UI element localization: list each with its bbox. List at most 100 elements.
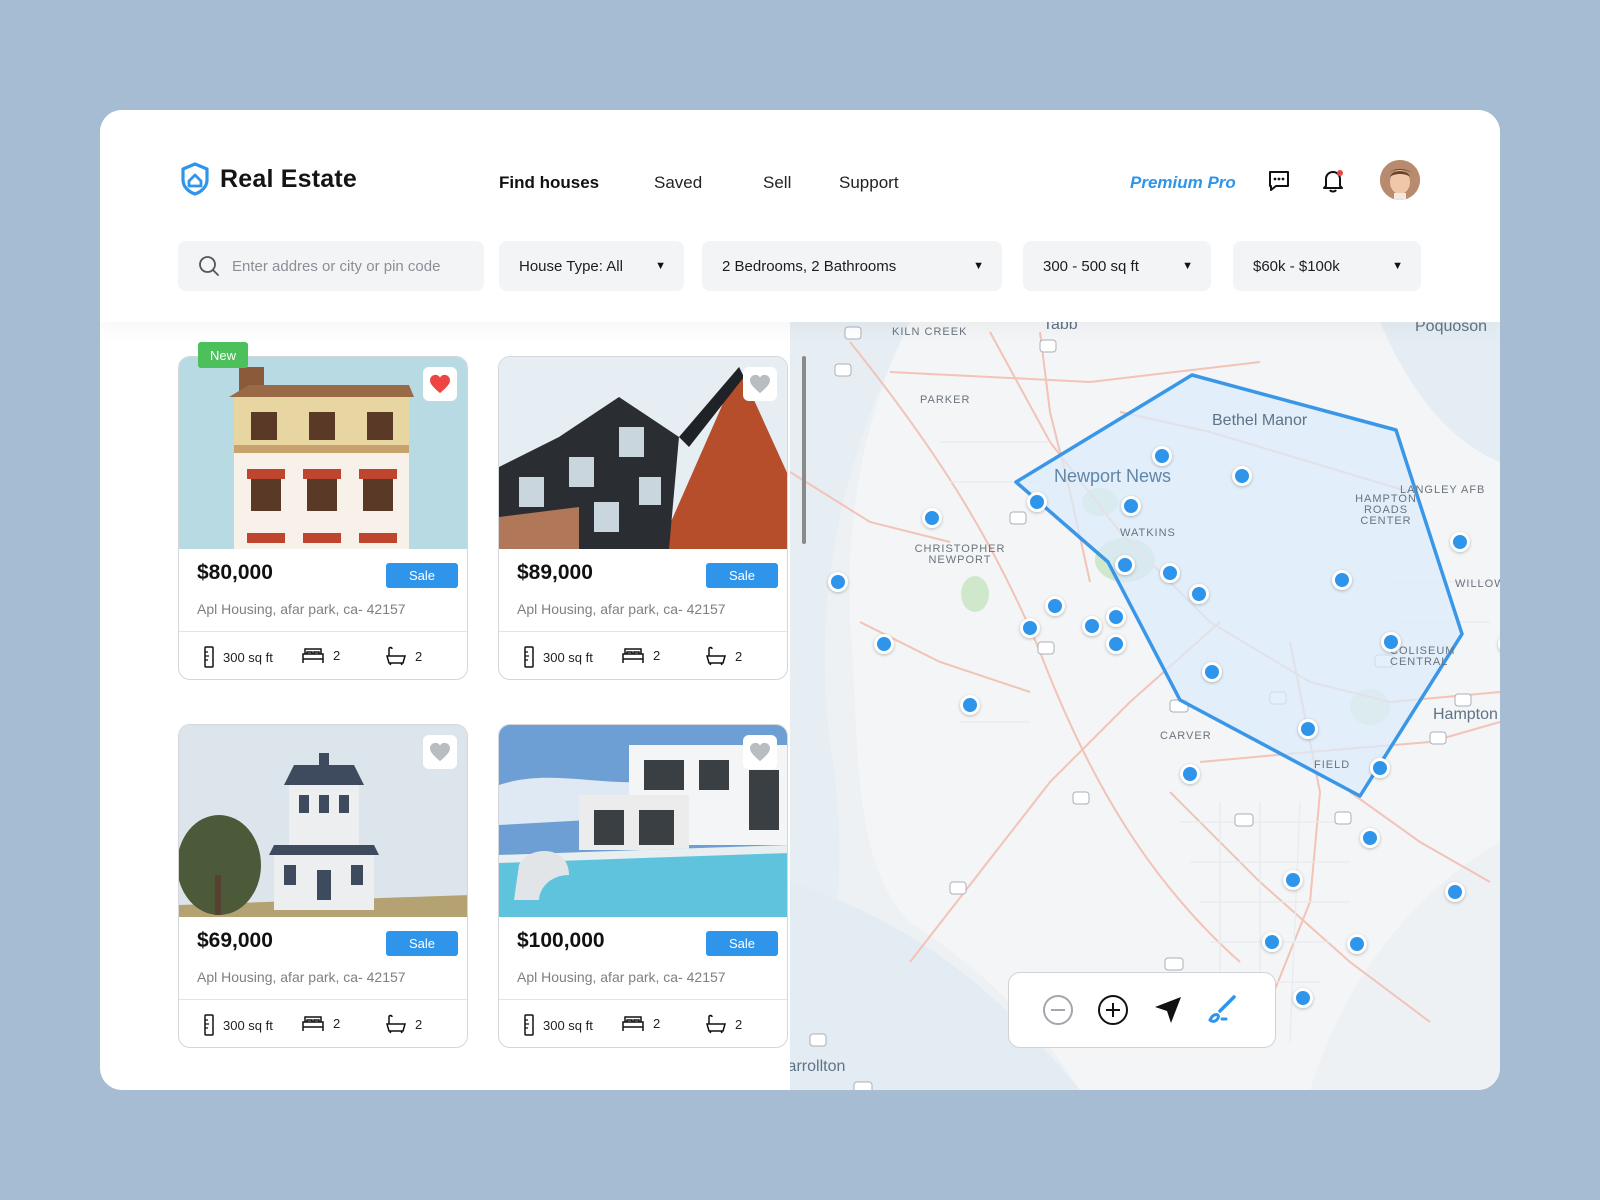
listing-card[interactable]: $100,000 Sale Apl Housing, afar park, ca… (498, 724, 788, 1048)
baths-spec: 2 (385, 1014, 422, 1034)
map-pin[interactable] (1381, 632, 1401, 652)
locate-button[interactable] (1151, 993, 1185, 1027)
price-select[interactable]: $60k - $100k ▼ (1233, 241, 1421, 291)
rooms-select[interactable]: 2 Bedrooms, 2 Bathrooms ▼ (702, 241, 1002, 291)
search-box[interactable] (178, 241, 484, 291)
beds-spec: 2 (301, 1014, 340, 1032)
house-type-select[interactable]: House Type: All ▼ (499, 241, 684, 291)
nav-find-houses[interactable]: Find houses (499, 173, 599, 193)
list-scrollbar[interactable] (802, 356, 806, 544)
beds-value: 2 (653, 1015, 661, 1031)
bed-icon (302, 648, 324, 663)
map-pin[interactable] (874, 634, 894, 654)
map-pin[interactable] (1115, 555, 1135, 575)
map-pin[interactable] (1045, 596, 1065, 616)
map-pin[interactable] (828, 572, 848, 592)
baths-spec: 2 (705, 1014, 742, 1034)
zoom-in-button[interactable] (1096, 993, 1130, 1027)
heart-icon (430, 742, 450, 762)
sale-badge: Sale (706, 931, 778, 956)
map-pin[interactable] (1202, 662, 1222, 682)
bed-icon (622, 648, 644, 663)
favorite-button[interactable] (423, 367, 457, 401)
map-pin[interactable] (1298, 719, 1318, 739)
map-label: Newport News (1054, 466, 1172, 486)
area-select[interactable]: 300 - 500 sq ft ▼ (1023, 241, 1211, 291)
listing-price: $89,000 (517, 561, 593, 584)
baths-value: 2 (735, 648, 743, 664)
nav-sell[interactable]: Sell (763, 173, 791, 193)
map-label: Tabb (1043, 322, 1078, 333)
map-pin[interactable] (1347, 934, 1367, 954)
map-label: WILLOW (1455, 578, 1500, 590)
map-pin[interactable] (1152, 446, 1172, 466)
listing-price: $80,000 (197, 561, 273, 584)
map-pin[interactable] (1445, 882, 1465, 902)
bathtub-icon (386, 646, 406, 666)
favorite-button[interactable] (423, 735, 457, 769)
map-pin[interactable] (1283, 870, 1303, 890)
map-pin[interactable] (1450, 532, 1470, 552)
map-label: FIELD (1314, 759, 1351, 771)
avatar[interactable] (1380, 160, 1420, 200)
listing-card[interactable]: $89,000 Sale Apl Housing, afar park, ca-… (498, 356, 788, 680)
nav-support[interactable]: Support (839, 173, 899, 193)
map-pin[interactable] (1370, 758, 1390, 778)
area-spec: 300 sq ft (203, 646, 273, 668)
ruler-icon (524, 646, 534, 668)
beds-spec: 2 (301, 646, 340, 664)
map-pin[interactable] (922, 508, 942, 528)
map-pin[interactable] (1027, 492, 1047, 512)
listing-address: Apl Housing, afar park, ca- 42157 (517, 601, 726, 617)
listing-card[interactable]: $69,000 Sale Apl Housing, afar park, ca-… (178, 724, 468, 1048)
ruler-icon (524, 1014, 534, 1036)
map-pin[interactable] (960, 695, 980, 715)
baths-spec: 2 (705, 646, 742, 666)
app-title: Real Estate (220, 164, 357, 193)
map-pin[interactable] (1106, 634, 1126, 654)
map-pin[interactable] (1360, 828, 1380, 848)
nav-saved[interactable]: Saved (654, 173, 702, 193)
draw-brush-icon (1208, 995, 1236, 1023)
search-input[interactable] (230, 256, 474, 276)
map-pin[interactable] (1332, 570, 1352, 590)
minus-circle-icon (1043, 995, 1073, 1025)
listing-list[interactable]: $80,000 Sale Apl Housing, afar park, ca-… (178, 356, 790, 1090)
message-icon[interactable] (1266, 168, 1292, 194)
listing-card[interactable]: $80,000 Sale Apl Housing, afar park, ca-… (178, 356, 468, 680)
map-pin[interactable] (1232, 466, 1252, 486)
heart-icon (750, 742, 770, 762)
bed-icon (622, 1016, 644, 1031)
map-pin[interactable] (1293, 988, 1313, 1008)
area-value: 300 sq ft (223, 1017, 273, 1033)
baths-value: 2 (415, 1016, 423, 1032)
premium-link[interactable]: Premium Pro (1130, 173, 1236, 193)
map-pin[interactable] (1262, 932, 1282, 952)
map-label: WATKINS (1120, 527, 1176, 539)
map-pin[interactable] (1082, 616, 1102, 636)
draw-area-button[interactable] (1205, 993, 1239, 1027)
map-pin[interactable] (1020, 618, 1040, 638)
heart-icon (750, 374, 770, 394)
search-icon (199, 256, 219, 276)
map-pin[interactable] (1106, 607, 1126, 627)
zoom-out-button[interactable] (1041, 993, 1075, 1027)
favorite-button[interactable] (743, 735, 777, 769)
map-pin[interactable] (1121, 496, 1141, 516)
app-window: KILN CREEK Tabb Poquoson PARKER Bethel M… (100, 110, 1500, 1090)
map-label: HAMPTON ROADS CENTER (1355, 493, 1417, 527)
caret-down-icon: ▼ (1182, 260, 1193, 272)
bell-icon[interactable] (1320, 168, 1346, 194)
logo[interactable]: Real Estate (180, 162, 357, 196)
map-pin[interactable] (1189, 584, 1209, 604)
map-pin[interactable] (1180, 764, 1200, 784)
map-pin[interactable] (1160, 563, 1180, 583)
area-value: 300 sq ft (543, 1017, 593, 1033)
beds-value: 2 (333, 1015, 341, 1031)
listing-address: Apl Housing, afar park, ca- 42157 (197, 969, 406, 985)
map-label: Hampton (1433, 706, 1498, 723)
heart-icon (430, 374, 450, 394)
listing-specs: 300 sq ft 2 2 (179, 631, 467, 679)
favorite-button[interactable] (743, 367, 777, 401)
listing-price: $100,000 (517, 929, 605, 952)
